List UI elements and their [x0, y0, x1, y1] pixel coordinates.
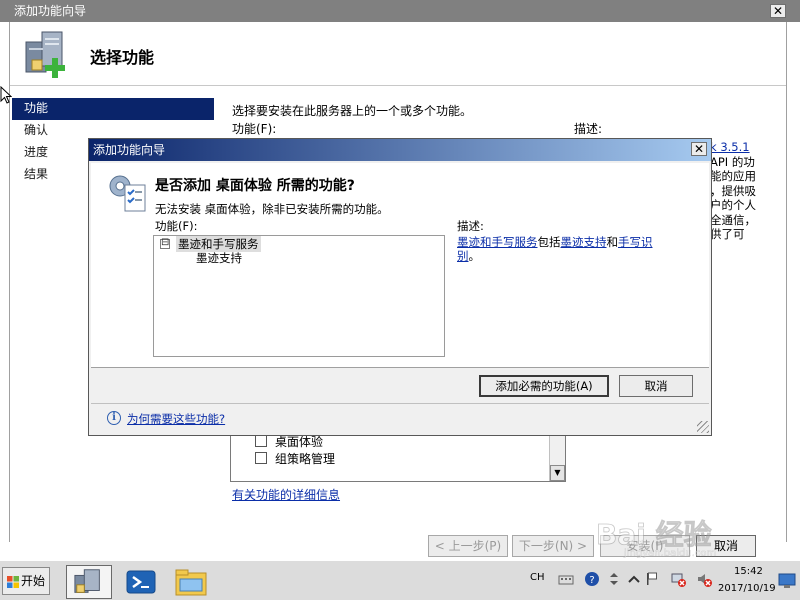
- why-needed-link[interactable]: 为何需要这些功能?: [127, 411, 225, 427]
- list-item[interactable]: 组策略管理: [255, 450, 336, 467]
- flag-icon[interactable]: [644, 571, 660, 587]
- windows-logo-icon: [7, 576, 19, 588]
- more-info-link[interactable]: 有关功能的详细信息: [232, 486, 340, 503]
- background-description-text: k 3.5.1 API 的功 能的应用 ，提供吸 户的个人 全通信， 供了可: [710, 140, 786, 242]
- language-indicator[interactable]: CH: [530, 572, 545, 583]
- background-window-title: 添加功能向导: [14, 4, 87, 18]
- start-label: 开始: [21, 574, 46, 588]
- description-text: 。: [468, 249, 481, 263]
- feature-checkbox[interactable]: [255, 435, 267, 447]
- next-button[interactable]: 下一步(N) >: [512, 535, 594, 557]
- previous-button[interactable]: < 上一步(P): [428, 535, 508, 557]
- dialog-close-button[interactable]: ✕: [691, 142, 707, 156]
- keyboard-icon[interactable]: [558, 571, 574, 587]
- description-text: 和: [606, 235, 619, 249]
- dialog-features-label: 功能(F):: [155, 219, 198, 233]
- nav-step-features[interactable]: 功能: [12, 98, 214, 120]
- feature-checkbox[interactable]: [255, 452, 267, 464]
- resize-grip-icon[interactable]: [697, 421, 709, 433]
- system-tray: CH ? 15:42 2017/10/19: [520, 563, 800, 599]
- description-line: 户的个人: [710, 198, 756, 212]
- collapse-icon[interactable]: ⊟: [160, 238, 170, 249]
- dialog-titlebar: 添加功能向导: [89, 139, 711, 161]
- dialog-title: 添加功能向导: [93, 143, 166, 157]
- description-line: 供了可: [710, 227, 745, 241]
- description-line: 能的应用: [710, 169, 756, 183]
- powershell-icon[interactable]: [118, 565, 164, 599]
- network-error-icon[interactable]: [670, 571, 686, 587]
- scroll-down-arrow-icon[interactable]: ▼: [550, 465, 565, 481]
- dialog-divider: [91, 403, 709, 404]
- watermark-url: jingyan.baidu.com: [623, 548, 716, 558]
- required-features-dialog: 添加功能向导 ✕ 是否添加 桌面体验 所需的功能? 无法安装 桌面体验，除非已安…: [88, 138, 712, 436]
- background-window-titlebar: 添加功能向导: [0, 0, 800, 22]
- required-features-tree[interactable]: ⊟ 墨迹和手写服务 墨迹支持: [153, 235, 445, 357]
- wizard-intro-text: 选择要安装在此服务器上的一个或多个功能。: [232, 104, 473, 118]
- tree-node-ink-support[interactable]: 墨迹支持: [196, 250, 242, 266]
- server-add-feature-icon: [25, 31, 65, 78]
- description-text: 包括: [537, 235, 561, 249]
- baidu-jingyan-watermark: Bai 经验 jingyan.baidu.com: [596, 518, 717, 558]
- clock-date[interactable]: 2017/10/19: [718, 583, 776, 594]
- help-icon[interactable]: ?: [584, 571, 600, 587]
- feature-label: 桌面体验: [275, 435, 324, 449]
- description-label: 描述:: [574, 122, 603, 136]
- dialog-question: 是否添加 桌面体验 所需的功能?: [155, 178, 355, 194]
- dialog-divider: [91, 367, 709, 368]
- wizard-header: 选择功能: [10, 22, 786, 86]
- dialog-body: 是否添加 桌面体验 所需的功能? 无法安装 桌面体验，除非已安装所需的功能。 功…: [91, 163, 709, 367]
- server-manager-icon[interactable]: [66, 565, 112, 599]
- background-close-button[interactable]: ✕: [770, 4, 786, 18]
- show-desktop-icon[interactable]: [778, 573, 796, 589]
- description-line: 全通信，: [710, 212, 756, 227]
- wizard-page-title: 选择功能: [90, 48, 155, 67]
- clock-time[interactable]: 15:42: [734, 566, 763, 577]
- mouse-cursor-icon: [0, 86, 12, 104]
- taskbar: 开始 CH ? 15:42 2017/10/19: [0, 560, 800, 600]
- volume-error-icon[interactable]: [696, 571, 712, 587]
- info-icon: i: [107, 411, 121, 425]
- window-right-frame: [786, 22, 800, 542]
- options-icon[interactable]: [606, 571, 622, 587]
- start-button[interactable]: 开始: [2, 567, 50, 595]
- explorer-icon[interactable]: [168, 565, 214, 599]
- chevron-up-icon[interactable]: [626, 571, 642, 587]
- dialog-cancel-button[interactable]: 取消: [619, 375, 693, 397]
- description-line: API 的功: [710, 154, 755, 169]
- ink-support-link[interactable]: 墨迹支持: [561, 235, 607, 249]
- dialog-subtext: 无法安装 桌面体验，除非已安装所需的功能。: [155, 202, 389, 216]
- add-required-features-button[interactable]: 添加必需的功能(A): [479, 375, 609, 397]
- features-label: 功能(F):: [232, 122, 277, 136]
- ink-handwriting-link[interactable]: 墨迹和手写服务: [457, 235, 538, 249]
- svg-text:?: ?: [589, 575, 594, 586]
- wizard-gear-checklist-icon: [109, 175, 146, 212]
- dialog-description: 墨迹和手写服务包括墨迹支持和手写识别。: [457, 235, 667, 263]
- dialog-description-label: 描述:: [457, 219, 484, 233]
- feature-label: 组策略管理: [275, 452, 336, 466]
- background-description-link[interactable]: k 3.5.1: [710, 140, 786, 155]
- watermark-logo-text: Bai 经验: [596, 518, 712, 551]
- description-line: ，提供吸: [710, 183, 756, 198]
